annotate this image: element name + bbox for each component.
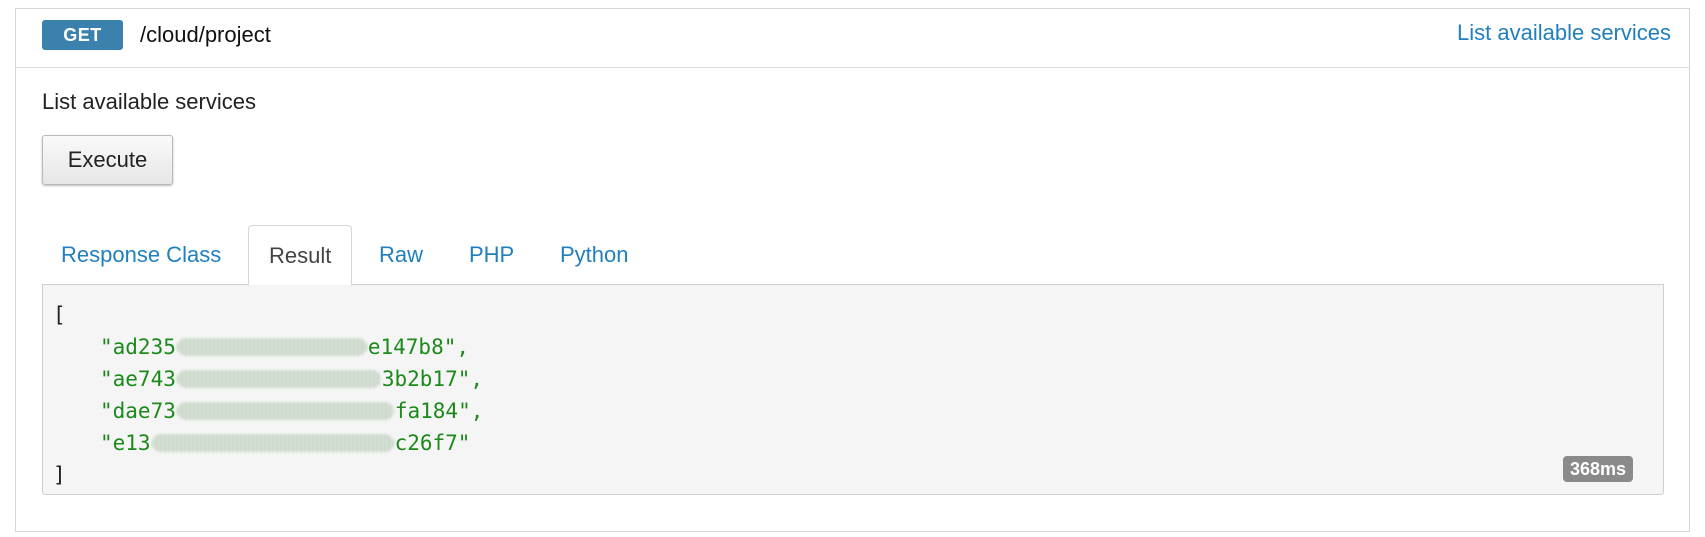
item-suffix: 3b2b17", — [381, 367, 484, 391]
item-suffix: e147b8", — [367, 335, 470, 359]
response-time-badge: 368ms — [1562, 456, 1633, 482]
endpoint-path[interactable]: /cloud/project — [140, 20, 271, 50]
item-prefix: "ad235 — [100, 335, 176, 359]
result-output[interactable]: [ "ad235 e147b8", "ae743 3b2b17", "dae73 fa… — [42, 284, 1664, 495]
tab-result[interactable]: Result — [248, 225, 353, 286]
item-suffix: fa184", — [394, 399, 484, 423]
json-array-item: "dae73 fa184", — [53, 395, 483, 427]
execute-button[interactable]: Execute — [42, 135, 173, 185]
json-open-bracket: [ — [53, 303, 66, 327]
redacted-blur — [151, 434, 394, 452]
tab-python[interactable]: Python — [560, 225, 629, 284]
redacted-blur — [176, 338, 367, 356]
json-array-item: "ad235 e147b8", — [53, 331, 483, 363]
tab-response-class[interactable]: Response Class — [61, 225, 221, 284]
item-prefix: "dae73 — [100, 399, 176, 423]
http-method-badge: GET — [42, 20, 123, 50]
tab-raw[interactable]: Raw — [379, 225, 423, 284]
operation-summary-link[interactable]: List available services — [1457, 18, 1671, 48]
item-prefix: "e13 — [100, 431, 151, 455]
redacted-blur — [176, 370, 381, 388]
result-json: [ "ad235 e147b8", "ae743 3b2b17", "dae73 fa… — [53, 299, 483, 491]
api-operation-panel: GET /cloud/project List available servic… — [15, 8, 1690, 532]
tab-php[interactable]: PHP — [469, 225, 514, 284]
json-array-item: "e13 c26f7" — [53, 427, 483, 459]
response-tabs: Response Class Result Raw PHP Python — [42, 225, 1669, 286]
item-suffix: c26f7" — [394, 431, 471, 455]
json-close-bracket: ] — [53, 463, 66, 487]
item-prefix: "ae743 — [100, 367, 176, 391]
json-array-item: "ae743 3b2b17", — [53, 363, 483, 395]
redacted-blur — [176, 402, 394, 420]
operation-description: List available services — [42, 89, 256, 114]
operation-header[interactable]: GET /cloud/project List available servic… — [16, 9, 1689, 68]
